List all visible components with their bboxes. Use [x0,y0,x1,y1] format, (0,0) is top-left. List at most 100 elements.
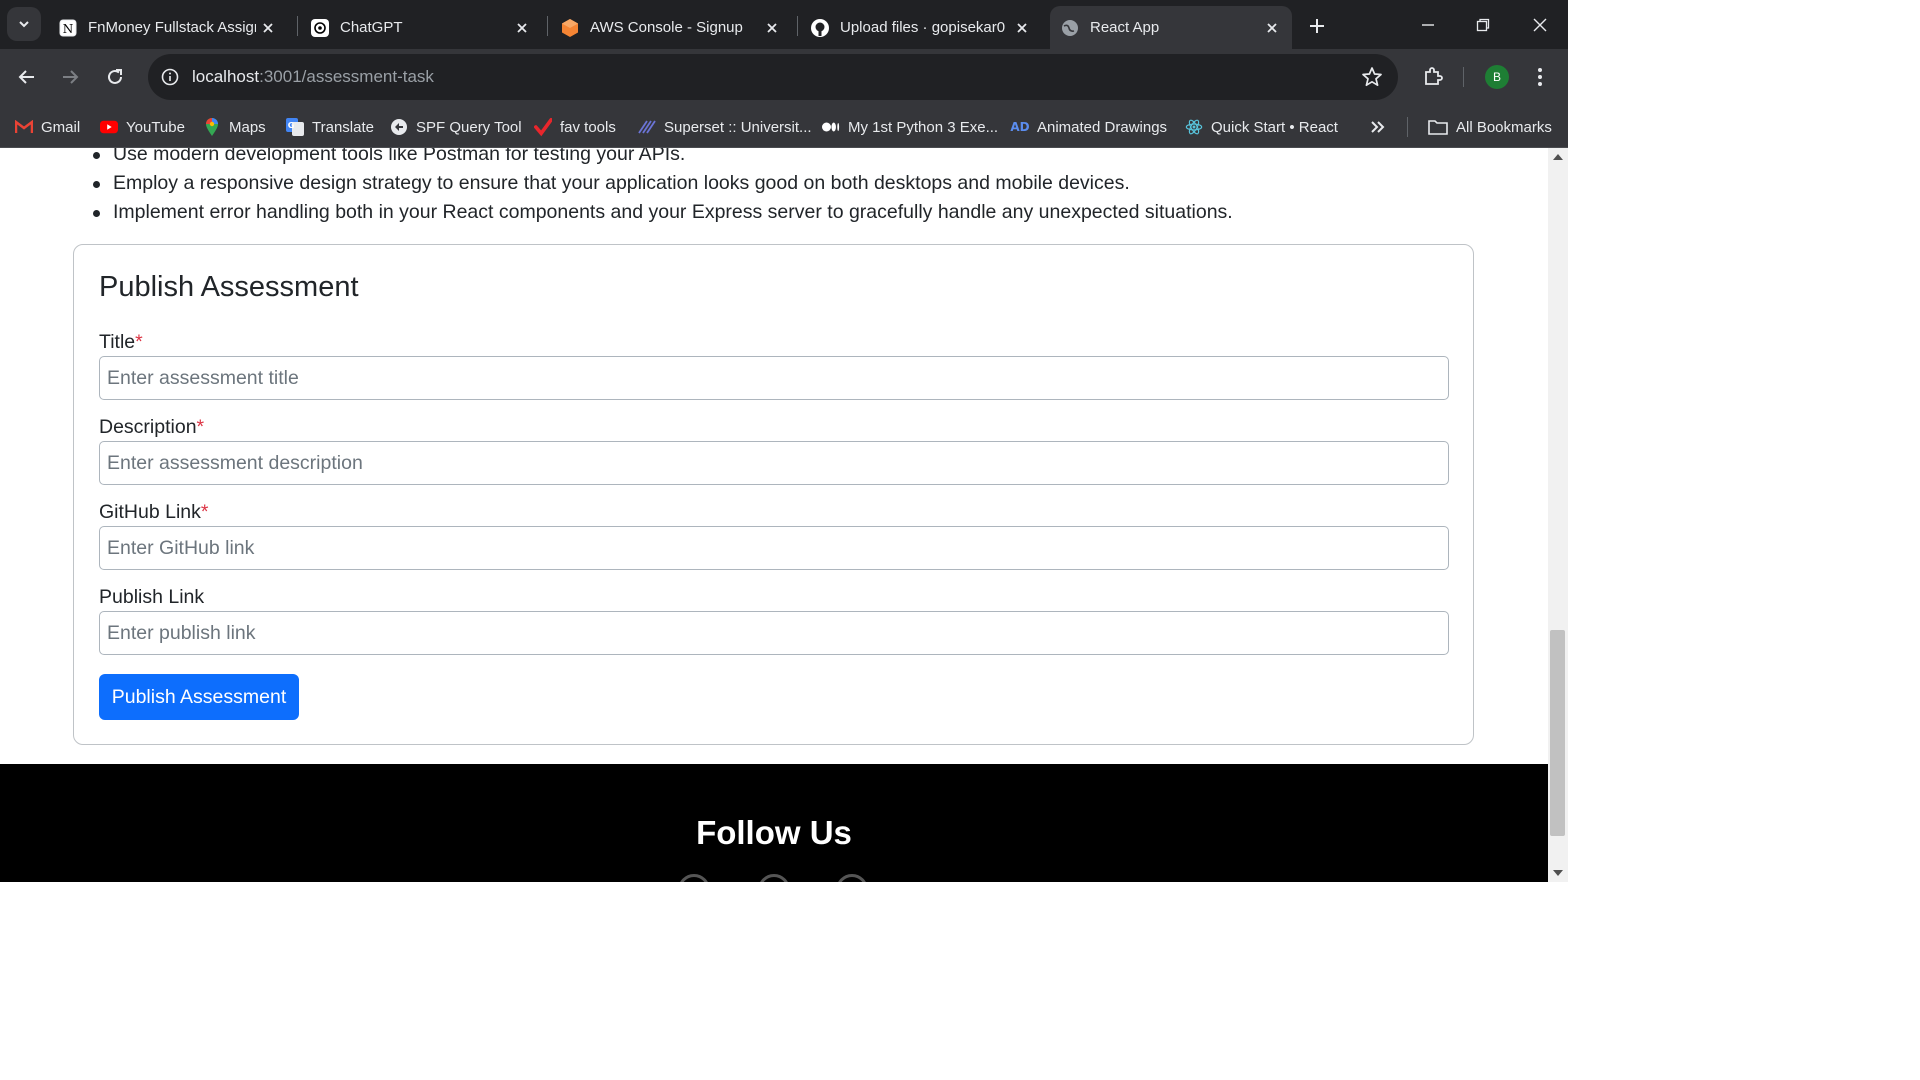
url-text[interactable]: localhost:3001/assessment-task [192,67,434,87]
bookmark-label: Maps [229,118,266,136]
bookmark-label: fav tools [560,118,616,136]
page-scrollbar[interactable] [1548,148,1568,882]
tab-title: FnMoney Fullstack Assignment [88,19,256,36]
social-icon[interactable] [678,874,710,882]
extensions-button[interactable] [1418,62,1448,92]
bookmark-gmail[interactable]: Gmail [15,112,80,142]
close-tab-icon[interactable] [760,16,784,40]
scrollbar-thumb[interactable] [1550,630,1565,836]
bookmark-python[interactable]: My 1st Python 3 Exe... [822,112,998,142]
tab-strip: N FnMoney Fullstack Assignment ChatGPT A… [0,0,1568,49]
minimize-button[interactable] [1408,8,1448,42]
restore-button[interactable] [1463,8,1503,42]
bookmark-label: YouTube [126,118,185,136]
back-button[interactable] [11,61,43,93]
bookmark-maps[interactable]: Maps [203,112,266,142]
close-tab-icon[interactable] [1260,16,1284,40]
github-icon [810,18,830,38]
label-text: GitHub Link [99,501,201,523]
publish-link-input[interactable] [99,611,1449,655]
minimize-icon [1422,24,1434,26]
publish-assessment-button[interactable]: Publish Assessment [99,674,299,720]
bookmark-spf-query-tool[interactable]: SPF Query Tool [390,112,522,142]
spf-icon [390,118,408,136]
url-path: :3001/assessment-task [259,67,434,86]
list-item: Implement error handling both in your Re… [93,198,1233,227]
form-heading: Publish Assessment [99,271,359,303]
superset-icon [638,118,656,136]
medium-icon [822,118,840,136]
browser-toolbar: localhost:3001/assessment-task B [0,49,1568,105]
title-label: Title* [99,331,143,354]
required-marker: * [200,501,209,523]
close-tab-icon[interactable] [256,16,280,40]
notion-icon: N [58,18,78,38]
tab-separator [797,16,798,36]
required-marker: * [135,331,143,353]
bookmarks-bar: Gmail YouTube Maps G Translate SPF Query… [0,105,1568,148]
bookmark-label: Superset :: Universit... [664,118,812,136]
social-icon[interactable] [758,874,790,882]
description-label: Description* [99,416,204,439]
forward-button[interactable] [54,61,86,93]
tab-title: React App [1090,19,1160,36]
close-window-button[interactable] [1520,8,1560,42]
bookmark-star-icon[interactable] [1360,65,1384,89]
bookmark-label: Translate [312,118,374,136]
profile-avatar[interactable]: B [1485,65,1509,89]
tab-aws[interactable]: AWS Console - Signup [550,6,792,49]
scroll-up-icon[interactable] [1553,154,1563,160]
svg-text:G: G [288,121,295,130]
github-link-label: GitHub Link* [99,501,208,524]
close-tab-icon[interactable] [1010,16,1034,40]
more-vertical-icon [1538,68,1542,86]
bookmark-label: SPF Query Tool [416,118,522,136]
tab-github[interactable]: Upload files · gopisekar0 [800,6,1042,49]
new-tab-button[interactable] [1302,12,1332,40]
globe-icon [1060,18,1080,38]
address-bar[interactable]: localhost:3001/assessment-task [148,54,1398,100]
bookmark-translate[interactable]: G Translate [286,112,374,142]
footer: Follow Us [0,764,1548,882]
tab-title: ChatGPT [340,19,403,36]
svg-text:N: N [63,22,74,36]
chevron-down-icon [19,21,29,28]
tab-fnmoney[interactable]: N FnMoney Fullstack Assignment [48,6,288,49]
required-marker: * [196,416,205,438]
bookmark-label: Quick Start • React [1211,118,1338,136]
bookmarks-separator [1407,117,1408,137]
bookmark-youtube[interactable]: YouTube [100,112,185,142]
chatgpt-icon [310,18,330,38]
reload-button[interactable] [99,61,131,93]
tab-chatgpt[interactable]: ChatGPT [300,6,542,49]
bookmark-fav-tools[interactable]: fav tools [534,112,616,142]
tab-search-button[interactable] [7,7,41,41]
publish-assessment-card: Publish Assessment Title* Description* G… [73,244,1474,745]
scroll-down-icon[interactable] [1553,870,1563,876]
title-input[interactable] [99,356,1449,400]
social-icon[interactable] [836,874,868,882]
folder-icon [1428,118,1448,136]
list-item: Use modern development tools like Postma… [93,148,1233,169]
list-item: Employ a responsive design strategy to e… [93,169,1233,198]
github-link-input[interactable] [99,526,1449,570]
all-bookmarks-folder[interactable]: All Bookmarks [1428,112,1552,142]
tab-title: AWS Console - Signup [590,19,743,36]
arrow-left-icon [18,70,34,84]
browser-menu-button[interactable] [1530,63,1550,91]
publish-link-label: Publish Link [99,586,204,609]
description-input[interactable] [99,441,1449,485]
ad-icon: AD [1010,120,1030,134]
bookmark-react[interactable]: Quick Start • React [1185,112,1338,142]
footer-heading: Follow Us [696,814,852,851]
bookmark-superset[interactable]: Superset :: Universit... [638,112,812,142]
site-info-icon[interactable] [156,63,184,91]
close-icon [1533,18,1547,32]
more-bookmarks-button[interactable] [1370,112,1386,142]
close-tab-icon[interactable] [510,16,534,40]
tab-separator [547,16,548,36]
tab-react-app[interactable]: React App [1050,6,1292,49]
bookmark-label: All Bookmarks [1456,118,1552,136]
chevron-double-right-icon [1371,121,1385,133]
bookmark-animated-drawings[interactable]: AD Animated Drawings [1010,112,1167,142]
